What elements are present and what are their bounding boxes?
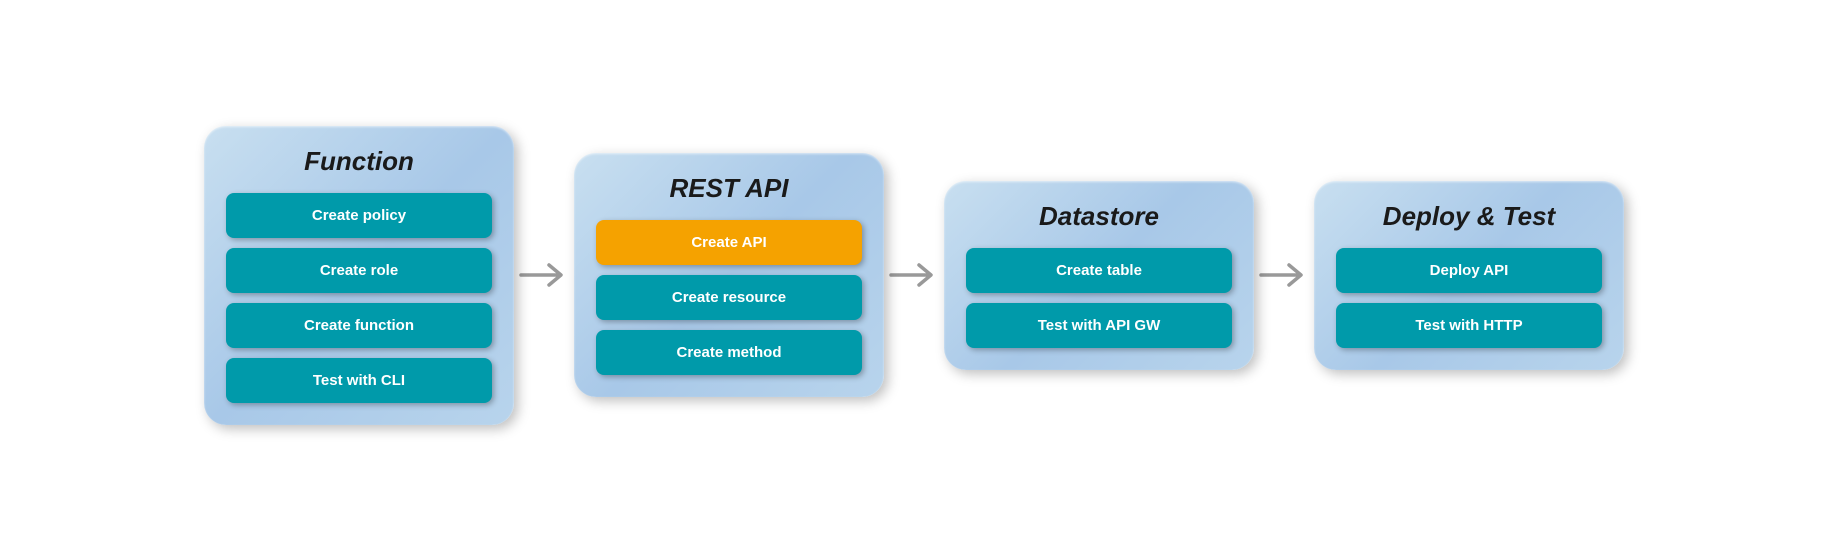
item-btn-test-with-cli[interactable]: Test with CLI	[226, 358, 492, 403]
panel-datastore: Datastore Create table Test with API GW	[944, 181, 1254, 370]
item-btn-create-function[interactable]: Create function	[226, 303, 492, 348]
panel-items-rest-api: Create API Create resource Create method	[596, 220, 862, 375]
diagram: Function Create policy Create role Create f…	[164, 106, 1664, 445]
item-btn-test-with-api-gw[interactable]: Test with API GW	[966, 303, 1232, 348]
panel-title-function: Function	[226, 146, 492, 177]
arrow-2	[884, 255, 944, 295]
item-btn-create-role[interactable]: Create role	[226, 248, 492, 293]
panel-title-datastore: Datastore	[966, 201, 1232, 232]
item-btn-create-api[interactable]: Create API	[596, 220, 862, 265]
panel-rest-api: REST APICreate APICreate resourceCreate …	[574, 153, 884, 397]
item-btn-create-policy[interactable]: Create policy	[226, 193, 492, 238]
panel-function: Function Create policy Create role Create f…	[204, 126, 514, 425]
item-btn-create-table[interactable]: Create table	[966, 248, 1232, 293]
panel-items-deploy-test: Deploy API Test with HTTP	[1336, 248, 1602, 348]
panel-items-function: Create policy Create role Create function T…	[226, 193, 492, 403]
arrow-1	[514, 255, 574, 295]
panel-title-deploy-test: Deploy & Test	[1336, 201, 1602, 232]
item-btn-test-with-http[interactable]: Test with HTTP	[1336, 303, 1602, 348]
panel-deploy-test: Deploy & Test Deploy API Test with HTTP	[1314, 181, 1624, 370]
panel-title-rest-api: REST API	[596, 173, 862, 204]
item-btn-create-resource[interactable]: Create resource	[596, 275, 862, 320]
arrow-3	[1254, 255, 1314, 295]
panel-items-datastore: Create table Test with API GW	[966, 248, 1232, 348]
item-btn-create-method[interactable]: Create method	[596, 330, 862, 375]
item-btn-deploy-api[interactable]: Deploy API	[1336, 248, 1602, 293]
